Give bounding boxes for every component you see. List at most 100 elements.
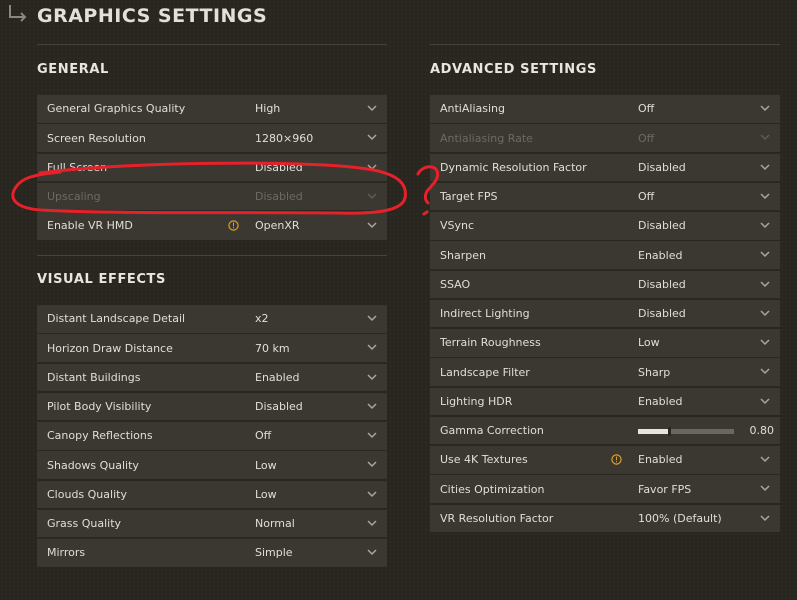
chevron-down-icon xyxy=(367,163,377,170)
setting-label: Dynamic Resolution Factor xyxy=(440,160,587,174)
warning-icon[interactable] xyxy=(611,454,622,465)
chevron-down-icon xyxy=(367,549,377,556)
setting-vsync[interactable]: VSync Disabled xyxy=(430,212,780,240)
setting-grass-quality[interactable]: Grass Quality Normal xyxy=(37,509,387,538)
setting-label: VSync xyxy=(440,219,475,233)
setting-value: Disabled xyxy=(255,400,303,413)
setting-label: Upscaling xyxy=(47,190,101,203)
chevron-down-icon xyxy=(760,456,770,463)
setting-value: Low xyxy=(255,487,277,501)
chevron-down-icon xyxy=(367,373,377,380)
setting-clouds-quality[interactable]: Clouds Quality Low xyxy=(37,480,387,508)
setting-label: Terrain Roughness xyxy=(440,336,541,350)
setting-landscape-filter[interactable]: Landscape Filter Sharp xyxy=(430,358,780,386)
setting-sharpen[interactable]: Sharpen Enabled xyxy=(430,241,780,269)
chevron-down-icon xyxy=(760,514,770,521)
setting-value: Disabled xyxy=(255,190,303,203)
setting-ssao[interactable]: SSAO Disabled xyxy=(430,270,780,298)
slider-handle[interactable] xyxy=(667,426,671,436)
setting-label: Enable VR HMD xyxy=(47,219,133,233)
chevron-down-icon xyxy=(760,222,770,229)
setting-label: Pilot Body Visibility xyxy=(47,400,152,413)
setting-value: Normal xyxy=(255,517,295,530)
setting-upscaling: Upscaling Disabled xyxy=(37,182,387,211)
setting-label: General Graphics Quality xyxy=(47,102,186,116)
setting-value: Low xyxy=(638,336,660,350)
setting-value: x2 xyxy=(255,312,269,326)
chevron-down-icon xyxy=(367,344,377,351)
setting-use-4k-textures[interactable]: Use 4K Textures Enabled xyxy=(430,446,780,474)
setting-antialiasing-rate: Antialiasing Rate Off xyxy=(430,124,780,152)
chevron-down-icon xyxy=(760,105,770,112)
general-section-title: GENERAL xyxy=(37,62,109,77)
setting-value: High xyxy=(255,102,281,116)
chevron-down-icon xyxy=(760,193,770,199)
chevron-down-icon xyxy=(760,339,770,346)
setting-mirrors[interactable]: Mirrors Simple xyxy=(37,539,387,567)
setting-value: Off xyxy=(638,131,655,145)
setting-horizon-draw-distance[interactable]: Horizon Draw Distance 70 km xyxy=(37,334,387,362)
setting-label: Target FPS xyxy=(440,190,498,203)
advanced-settings-section-title: ADVANCED SETTINGS xyxy=(430,62,597,77)
setting-label: Screen Resolution xyxy=(47,131,146,145)
setting-terrain-roughness[interactable]: Terrain Roughness Low xyxy=(430,329,780,357)
setting-value: Enabled xyxy=(638,394,683,408)
chevron-down-icon xyxy=(760,163,770,170)
setting-gamma-correction: Gamma Correction 0.80 xyxy=(430,416,780,445)
setting-label: Gamma Correction xyxy=(440,424,544,437)
setting-value: Enabled xyxy=(255,370,300,384)
setting-label: Use 4K Textures xyxy=(440,453,528,467)
chevron-down-icon xyxy=(367,134,377,141)
setting-vr-resolution-factor[interactable]: VR Resolution Factor 100% (Default) xyxy=(430,504,780,532)
return-arrow-icon[interactable] xyxy=(7,4,29,24)
setting-value: 1280×960 xyxy=(255,131,314,145)
setting-label: Horizon Draw Distance xyxy=(47,341,173,355)
setting-shadows-quality[interactable]: Shadows Quality Low xyxy=(37,451,387,479)
chevron-down-icon xyxy=(367,432,377,439)
gamma-slider[interactable] xyxy=(638,426,734,436)
setting-value: Low xyxy=(255,458,277,472)
setting-label: Landscape Filter xyxy=(440,365,530,379)
setting-dynamic-resolution-factor[interactable]: Dynamic Resolution Factor Disabled xyxy=(430,153,780,181)
chevron-down-icon xyxy=(367,461,377,468)
advanced-settings-list: AntiAliasing Off Antialiasing Rate Off D… xyxy=(430,95,780,534)
setting-antialiasing[interactable]: AntiAliasing Off xyxy=(430,95,780,123)
chevron-down-icon xyxy=(367,520,377,526)
setting-label: Mirrors xyxy=(47,546,86,560)
section-divider xyxy=(37,255,387,256)
setting-indirect-lighting[interactable]: Indirect Lighting Disabled xyxy=(430,299,780,328)
setting-value: Off xyxy=(638,102,655,116)
setting-value: Disabled xyxy=(638,219,686,233)
setting-distant-landscape-detail[interactable]: Distant Landscape Detail x2 xyxy=(37,305,387,333)
setting-enable-vr-hmd[interactable]: Enable VR HMD OpenXR xyxy=(37,212,387,240)
right-divider xyxy=(430,44,780,45)
setting-value: Simple xyxy=(255,546,293,560)
warning-icon[interactable] xyxy=(228,220,239,231)
setting-distant-buildings[interactable]: Distant Buildings Enabled xyxy=(37,363,387,391)
setting-label: Distant Buildings xyxy=(47,370,141,384)
chevron-down-icon xyxy=(760,397,770,404)
setting-target-fps[interactable]: Target FPS Off xyxy=(430,182,780,211)
chevron-down-icon xyxy=(367,193,377,199)
chevron-down-icon xyxy=(367,315,377,322)
setting-lighting-hdr[interactable]: Lighting HDR Enabled xyxy=(430,387,780,415)
setting-full-screen[interactable]: Full Screen Disabled xyxy=(37,153,387,181)
chevron-down-icon xyxy=(367,490,377,497)
setting-cities-optimization[interactable]: Cities Optimization Favor FPS xyxy=(430,475,780,503)
setting-general-graphics-quality[interactable]: General Graphics Quality High xyxy=(37,95,387,123)
setting-label: Canopy Reflections xyxy=(47,429,153,443)
setting-pilot-body-visibility[interactable]: Pilot Body Visibility Disabled xyxy=(37,392,387,421)
setting-screen-resolution[interactable]: Screen Resolution 1280×960 xyxy=(37,124,387,152)
chevron-down-icon xyxy=(367,222,377,229)
page-title: GRAPHICS SETTINGS xyxy=(37,5,268,27)
setting-value: Enabled xyxy=(638,248,683,262)
slider-value: 0.80 xyxy=(749,424,775,437)
setting-value: OpenXR xyxy=(255,219,300,233)
setting-label: SSAO xyxy=(440,277,471,291)
setting-label: Grass Quality xyxy=(47,517,122,530)
setting-value: Off xyxy=(638,190,655,203)
slider-fill xyxy=(638,428,669,434)
setting-canopy-reflections[interactable]: Canopy Reflections Off xyxy=(37,422,387,450)
setting-value: 100% (Default) xyxy=(638,511,722,525)
chevron-down-icon xyxy=(760,310,770,316)
